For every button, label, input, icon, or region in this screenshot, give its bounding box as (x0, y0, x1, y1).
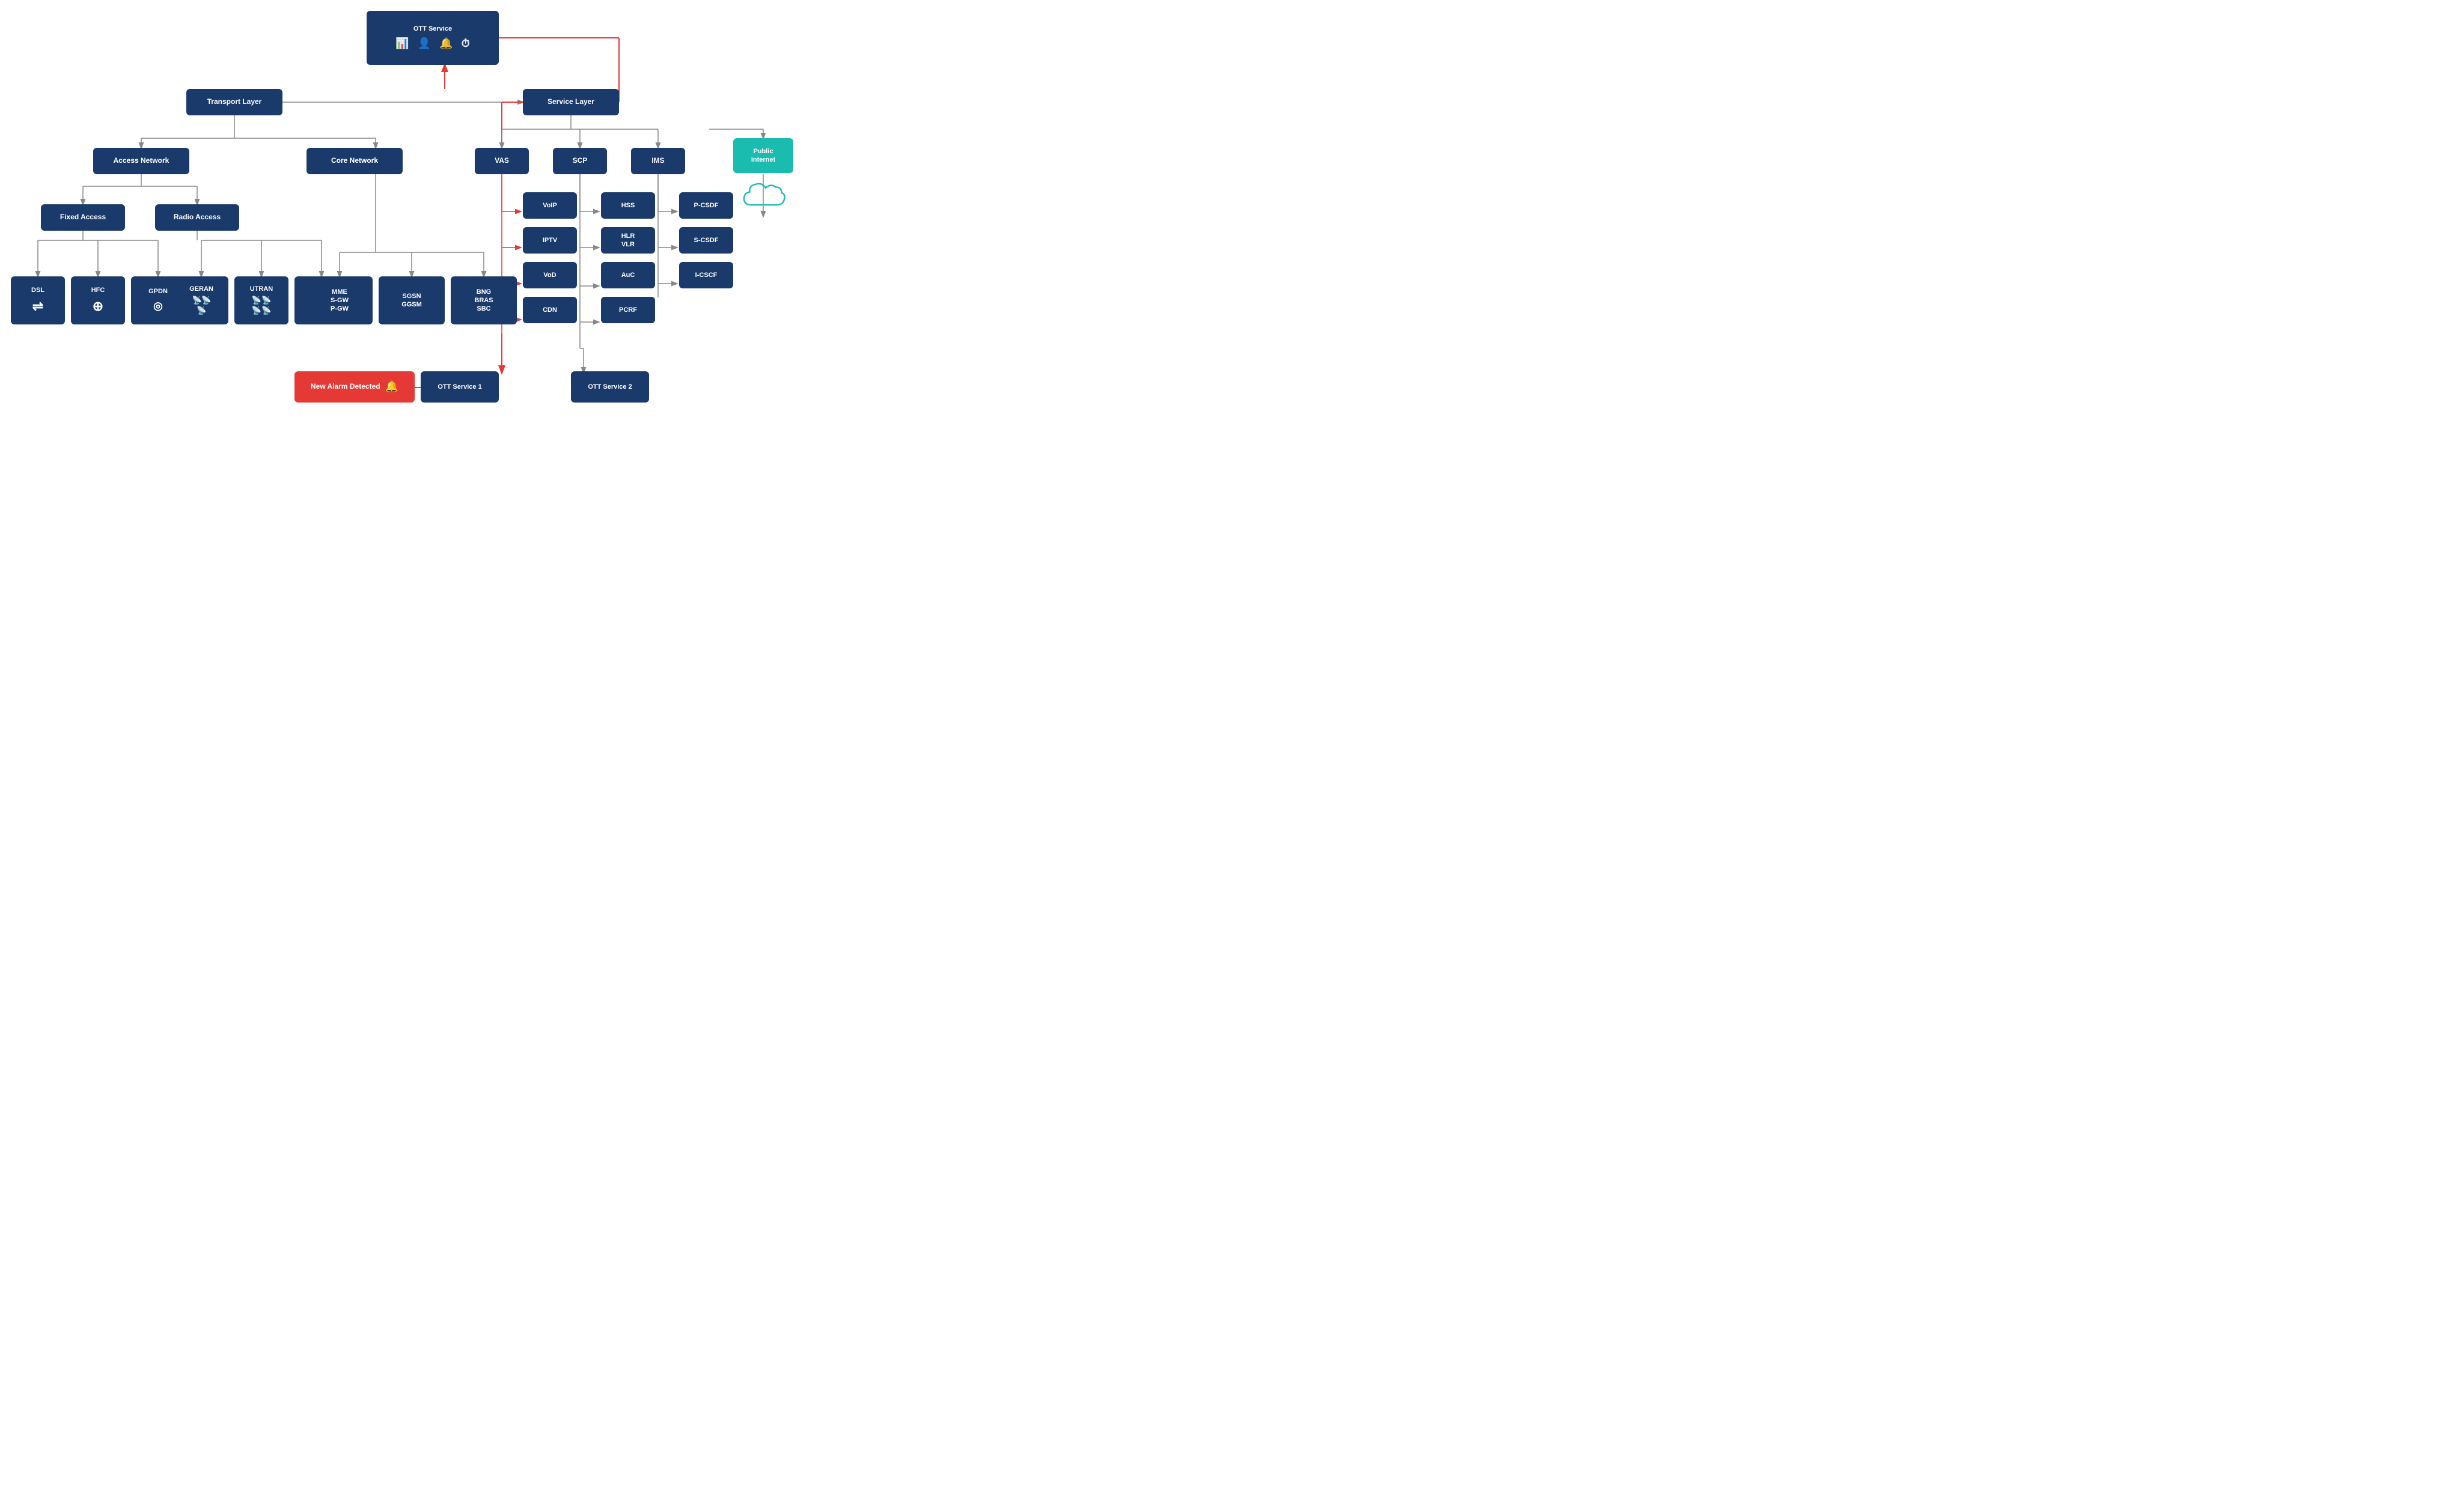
geran-icon: 📡📡📡 (192, 296, 210, 316)
node-transport-layer[interactable]: Transport Layer (186, 89, 282, 115)
node-vas[interactable]: VAS (475, 148, 529, 174)
node-pcrf[interactable]: PCRF (601, 297, 655, 323)
node-fixed-access[interactable]: Fixed Access (41, 204, 125, 231)
node-iptv[interactable]: IPTV (523, 227, 577, 254)
public-internet-label: PublicInternet (751, 147, 775, 165)
node-new-alarm[interactable]: New Alarm Detected 🔔 (294, 371, 415, 403)
s-csdf-label: S-CSDF (694, 236, 719, 245)
hfc-icon: ⊕ (93, 298, 103, 315)
p-csdf-label: P-CSDF (694, 201, 719, 210)
hlr-vlr-label: HLRVLR (621, 232, 635, 249)
scp-label: SCP (573, 156, 588, 166)
ott-service-icons: 📊 👤 🔔 ⏱ (395, 37, 469, 50)
node-public-internet[interactable]: PublicInternet (733, 138, 793, 173)
service-layer-label: Service Layer (547, 97, 594, 107)
alarm-icon-top: 🔔 (439, 37, 453, 50)
pcrf-label: PCRF (619, 306, 637, 314)
node-scp[interactable]: SCP (553, 148, 607, 174)
utran-label: UTRAN (250, 285, 273, 293)
ott-service1-label: OTT Service 1 (438, 383, 481, 391)
dsl-label: DSL (31, 286, 44, 294)
kpi-icon: 📊 (395, 37, 409, 50)
core-network-label: Core Network (331, 156, 378, 166)
fixed-access-label: Fixed Access (60, 213, 106, 222)
dsl-icon: ⇌ (32, 298, 43, 315)
auc-label: AuC (621, 271, 635, 279)
cloud-icon (739, 177, 787, 213)
node-auc[interactable]: AuC (601, 262, 655, 288)
cdn-label: CDN (543, 306, 557, 314)
node-dsl[interactable]: DSL ⇌ (11, 276, 65, 324)
node-hlr-vlr[interactable]: HLRVLR (601, 227, 655, 254)
node-cdn[interactable]: CDN (523, 297, 577, 323)
node-core-network[interactable]: Core Network (306, 148, 403, 174)
node-ims[interactable]: IMS (631, 148, 685, 174)
ott-service-top-label: OTT Service (413, 25, 452, 33)
mme-label: MMES-GWP-GW (331, 288, 349, 314)
node-geran[interactable]: GERAN 📡📡📡 (174, 276, 228, 324)
hss-label: HSS (621, 201, 635, 210)
sgsn-label: SGSNGGSM (401, 292, 422, 309)
node-access-network[interactable]: Access Network (93, 148, 189, 174)
transport-layer-label: Transport Layer (207, 97, 262, 107)
node-radio-access[interactable]: Radio Access (155, 204, 239, 231)
access-network-label: Access Network (114, 156, 169, 166)
node-utran[interactable]: UTRAN 📡📡📡📡 (234, 276, 288, 324)
vod-label: VoD (543, 271, 556, 279)
user-icon: 👤 (418, 37, 431, 50)
iptv-label: IPTV (543, 236, 557, 245)
ott-service2-label: OTT Service 2 (588, 383, 632, 391)
node-voip[interactable]: VoIP (523, 192, 577, 219)
timer-icon: ⏱ (462, 37, 470, 50)
node-sgsn[interactable]: SGSNGGSM (379, 276, 445, 324)
utran-icon: 📡📡📡📡 (252, 296, 271, 316)
node-hfc[interactable]: HFC ⊕ (71, 276, 125, 324)
node-hss[interactable]: HSS (601, 192, 655, 219)
node-i-cscf[interactable]: I-CSCF (679, 262, 733, 288)
node-ott-service-top[interactable]: OTT Service 📊 👤 🔔 ⏱ (367, 11, 499, 65)
alarm-bell-icon: 🔔 (385, 380, 398, 394)
node-service-layer[interactable]: Service Layer (523, 89, 619, 115)
node-mme[interactable]: MMES-GWP-GW (306, 276, 373, 324)
gpdn-label: GPDN (148, 287, 168, 296)
diagram-container: OTT Service 📊 👤 🔔 ⏱ Transport Layer Serv… (0, 0, 821, 501)
node-bng[interactable]: BNGBRASSBC (451, 276, 517, 324)
gpdn-icon: ◎ (153, 299, 163, 313)
bng-label: BNGBRASSBC (474, 288, 493, 314)
hfc-label: HFC (91, 286, 105, 294)
node-vod[interactable]: VoD (523, 262, 577, 288)
voip-label: VoIP (543, 201, 557, 210)
i-cscf-label: I-CSCF (695, 271, 718, 279)
node-p-csdf[interactable]: P-CSDF (679, 192, 733, 219)
node-ott-service2[interactable]: OTT Service 2 (571, 371, 649, 403)
radio-access-label: Radio Access (174, 213, 221, 222)
node-ott-service1[interactable]: OTT Service 1 (421, 371, 499, 403)
cloud-svg (739, 177, 787, 213)
node-s-csdf[interactable]: S-CSDF (679, 227, 733, 254)
ims-label: IMS (651, 156, 664, 166)
vas-label: VAS (495, 156, 509, 166)
geran-label: GERAN (189, 285, 213, 293)
new-alarm-label: New Alarm Detected (311, 382, 380, 392)
